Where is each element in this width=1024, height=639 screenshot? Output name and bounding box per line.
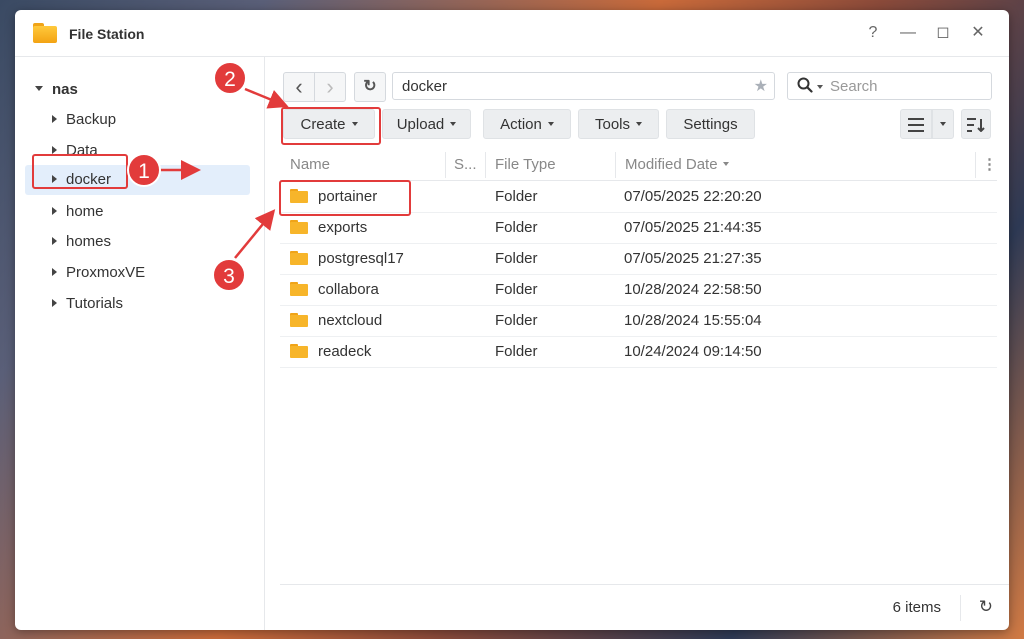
modified-date: 10/28/2024 22:58:50: [624, 281, 762, 298]
step-badge-1: 1: [127, 153, 161, 187]
tree-root-nas[interactable]: nas: [35, 75, 78, 105]
step-badge-2: 2: [213, 61, 247, 95]
action-button[interactable]: Action: [483, 109, 571, 139]
file-station-window: File Station ? — ◻ ✕ nas Backup Data doc…: [15, 10, 1009, 630]
back-button[interactable]: ‹: [283, 72, 315, 102]
file-name: collabora: [318, 281, 379, 298]
modified-date: 10/24/2024 09:14:50: [624, 343, 762, 360]
sort-icon[interactable]: [961, 109, 991, 139]
path-text: docker: [402, 78, 448, 95]
file-name: readeck: [318, 343, 372, 360]
search-placeholder: Search: [830, 78, 878, 95]
minimize-icon[interactable]: —: [897, 22, 919, 44]
create-button[interactable]: Create: [283, 109, 375, 139]
chevron-right-icon: ›: [326, 74, 334, 99]
refresh-icon: ↻: [363, 78, 377, 95]
step-badge-3: 3: [212, 258, 246, 292]
file-name: postgresql17: [318, 250, 404, 267]
expand-caret-icon[interactable]: [35, 85, 43, 91]
column-size[interactable]: S...: [454, 150, 477, 180]
refresh-icon[interactable]: ↻: [979, 597, 993, 617]
table-row[interactable]: postgresql17 Folder 07/05/2025 21:27:35: [280, 243, 997, 275]
file-name: exports: [318, 219, 368, 236]
table-row[interactable]: collabora Folder 10/28/2024 22:58:50: [280, 274, 997, 306]
folder-icon: [290, 313, 308, 327]
modified-date: 07/05/2025 21:44:35: [624, 219, 762, 236]
caret-right-icon[interactable]: [52, 115, 57, 124]
maximize-icon[interactable]: ◻: [932, 22, 954, 44]
table-row[interactable]: readeck Folder 10/24/2024 09:14:50: [280, 336, 997, 368]
file-type: Folder: [495, 312, 538, 329]
dropdown-caret-icon: [351, 122, 358, 127]
file-name: nextcloud: [318, 312, 383, 329]
dropdown-caret-icon: [636, 122, 643, 127]
sidebar-item-tutorials[interactable]: Tutorials: [52, 289, 123, 319]
table-row[interactable]: exports Folder 07/05/2025 21:44:35: [280, 212, 997, 244]
file-type: Folder: [495, 343, 538, 360]
path-field[interactable]: docker ★: [392, 72, 775, 100]
title-bar: File Station ? — ◻ ✕: [15, 10, 1009, 57]
search-icon[interactable]: [797, 77, 813, 98]
folder-icon: [290, 189, 308, 203]
file-name: portainer: [318, 188, 378, 205]
caret-right-icon[interactable]: [52, 146, 57, 155]
column-file-type[interactable]: File Type: [495, 150, 556, 180]
status-bar: 6 items ↻: [280, 584, 1009, 630]
file-station-icon: [33, 23, 57, 43]
app-title: File Station: [69, 26, 145, 42]
table-header: Name S... File Type Modified Date ⋮: [280, 150, 997, 181]
modified-date: 07/05/2025 22:20:20: [624, 188, 762, 205]
refresh-button[interactable]: ↻: [354, 72, 386, 102]
folder-icon: [290, 251, 308, 265]
column-modified-date[interactable]: Modified Date: [625, 150, 729, 180]
chevron-left-icon: ‹: [295, 74, 303, 99]
settings-button[interactable]: Settings: [666, 109, 755, 139]
sidebar-item-homes[interactable]: homes: [52, 227, 111, 257]
sort-caret-icon: [722, 162, 729, 167]
dropdown-caret-icon: [547, 122, 554, 127]
caret-right-icon[interactable]: [52, 207, 57, 216]
file-type: Folder: [495, 219, 538, 236]
caret-right-icon[interactable]: [52, 299, 57, 308]
tools-button[interactable]: Tools: [578, 109, 659, 139]
file-type: Folder: [495, 281, 538, 298]
modified-date: 07/05/2025 21:27:35: [624, 250, 762, 267]
star-icon[interactable]: ★: [754, 73, 768, 101]
folder-icon: [290, 282, 308, 296]
column-name[interactable]: Name: [290, 150, 330, 180]
item-count: 6 items: [892, 599, 941, 616]
upload-button[interactable]: Upload: [382, 109, 471, 139]
table-row[interactable]: portainer Folder 07/05/2025 22:20:20: [280, 181, 997, 213]
sidebar-item-proxmoxve[interactable]: ProxmoxVE: [52, 258, 145, 288]
file-type: Folder: [495, 250, 538, 267]
caret-right-icon[interactable]: [52, 268, 57, 277]
search-options-caret-icon[interactable]: [817, 85, 823, 89]
dropdown-caret-icon: [450, 122, 457, 127]
column-options-icon[interactable]: ⋮: [982, 150, 997, 180]
sidebar-item-backup[interactable]: Backup: [52, 105, 116, 135]
search-field[interactable]: Search: [787, 72, 992, 100]
caret-right-icon[interactable]: [52, 237, 57, 246]
list-view-icon[interactable]: [900, 109, 932, 139]
folder-icon: [290, 344, 308, 358]
help-icon[interactable]: ?: [862, 22, 884, 44]
folder-icon: [290, 220, 308, 234]
sidebar-item-data[interactable]: Data: [52, 136, 98, 166]
caret-right-icon[interactable]: [52, 175, 57, 184]
close-icon[interactable]: ✕: [967, 22, 989, 44]
sidebar-item-home[interactable]: home: [52, 197, 104, 227]
table-row[interactable]: nextcloud Folder 10/28/2024 15:55:04: [280, 305, 997, 337]
file-type: Folder: [495, 188, 538, 205]
folder-tree: nas Backup Data docker home homes Proxmo…: [15, 57, 265, 630]
modified-date: 10/28/2024 15:55:04: [624, 312, 762, 329]
view-options-caret-icon[interactable]: [932, 109, 954, 139]
forward-button[interactable]: ›: [314, 72, 346, 102]
